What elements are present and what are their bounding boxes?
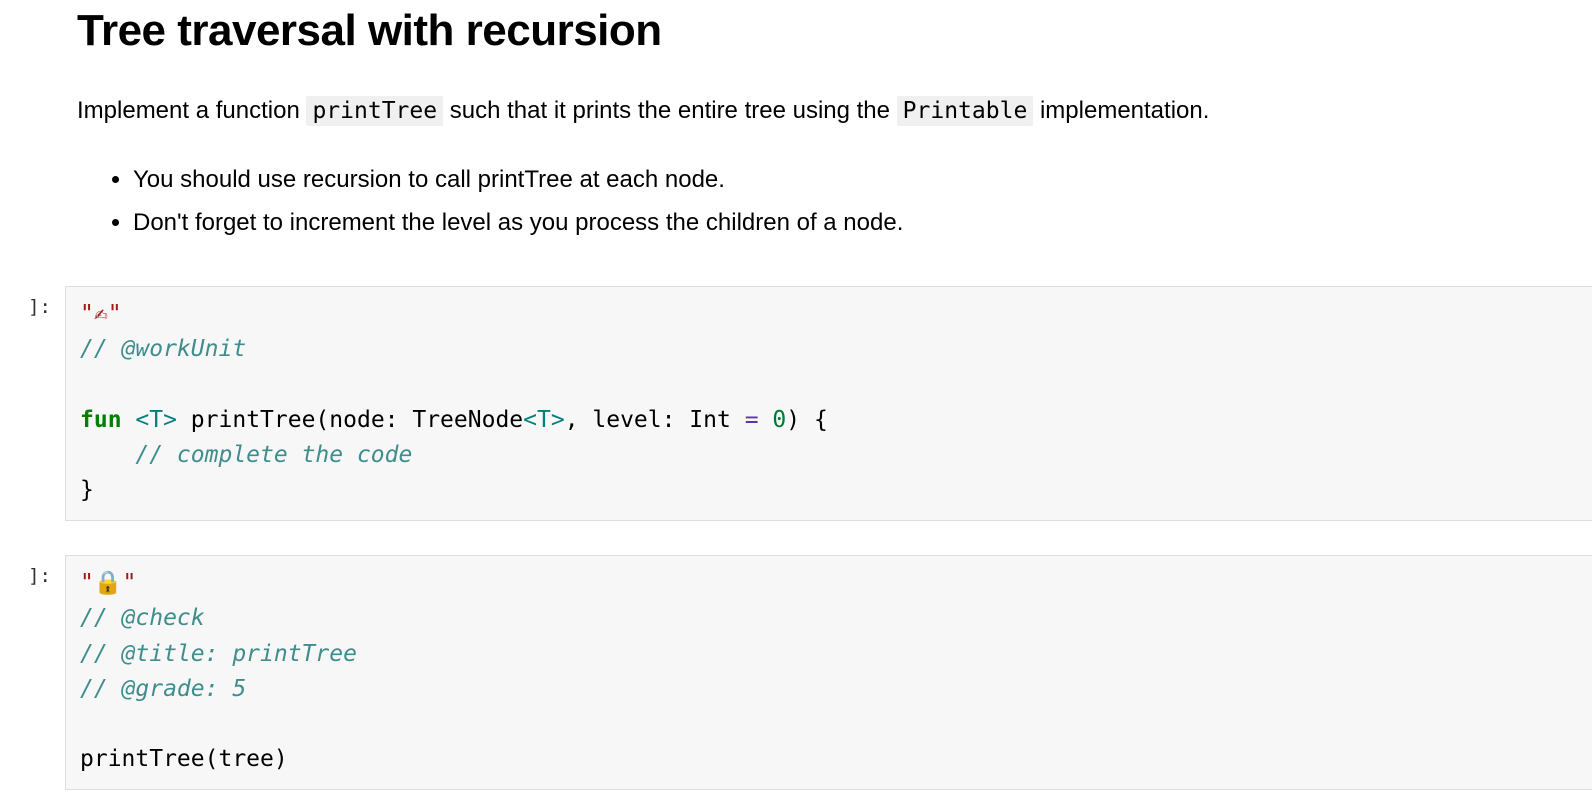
intro-text-pre: Implement a function bbox=[77, 97, 306, 124]
code-content: "🔒" // @check // @title: printTree // @g… bbox=[80, 566, 1578, 777]
comment-grade: // @grade: 5 bbox=[80, 676, 246, 702]
code-cell: ]: "🔒" // @check // @title: printTree //… bbox=[0, 555, 1592, 790]
cell-prompt: ]: bbox=[0, 555, 65, 790]
code-inline-printable: Printable bbox=[897, 96, 1034, 126]
intro-text-post: implementation. bbox=[1040, 97, 1209, 124]
lock-icon: 🔒 bbox=[94, 570, 123, 596]
hints-list: You should use recursion to call printTr… bbox=[77, 158, 1552, 244]
fn-signature-part: , level: Int bbox=[565, 407, 745, 433]
code-content: "✍" // @workUnit fun <T> printTree(node:… bbox=[80, 297, 1578, 508]
code-cell: ]: "✍" // @workUnit fun <T> printTree(no… bbox=[0, 286, 1592, 521]
intro-text-mid: such that it prints the entire tree usin… bbox=[450, 97, 897, 124]
generic-param: <T> bbox=[135, 407, 177, 433]
keyword-fun: fun bbox=[80, 407, 122, 433]
code-editor[interactable]: "🔒" // @check // @title: printTree // @g… bbox=[65, 555, 1592, 790]
markdown-cell: Tree traversal with recursion Implement … bbox=[0, 0, 1592, 244]
string-quote: " bbox=[123, 570, 137, 596]
call-line: printTree(tree) bbox=[80, 746, 288, 772]
string-quote: " bbox=[80, 301, 94, 327]
comment-workunit: // @workUnit bbox=[80, 336, 246, 362]
string-quote: " bbox=[108, 301, 122, 327]
notebook-page: Tree traversal with recursion Implement … bbox=[0, 0, 1592, 796]
comment-title: // @title: printTree bbox=[80, 641, 357, 667]
hint-item: You should use recursion to call printTr… bbox=[133, 158, 1552, 201]
close-brace: } bbox=[80, 477, 94, 503]
intro-paragraph: Implement a function printTree such that… bbox=[77, 92, 1552, 130]
number-literal: 0 bbox=[772, 407, 786, 433]
code-editor[interactable]: "✍" // @workUnit fun <T> printTree(node:… bbox=[65, 286, 1592, 521]
cell-prompt: ]: bbox=[0, 286, 65, 521]
string-quote: " bbox=[80, 570, 94, 596]
pencil-icon: ✍ bbox=[94, 301, 108, 327]
generic-param: <T> bbox=[523, 407, 565, 433]
equals-op: = bbox=[745, 407, 773, 433]
hint-item: Don't forget to increment the level as y… bbox=[133, 201, 1552, 244]
page-title: Tree traversal with recursion bbox=[77, 0, 1552, 56]
fn-signature-close: ) { bbox=[786, 407, 828, 433]
code-inline-printtree: printTree bbox=[306, 96, 443, 126]
comment-complete: // complete the code bbox=[80, 442, 412, 468]
comment-check: // @check bbox=[80, 605, 205, 631]
fn-signature-part: printTree(node: TreeNode bbox=[177, 407, 523, 433]
